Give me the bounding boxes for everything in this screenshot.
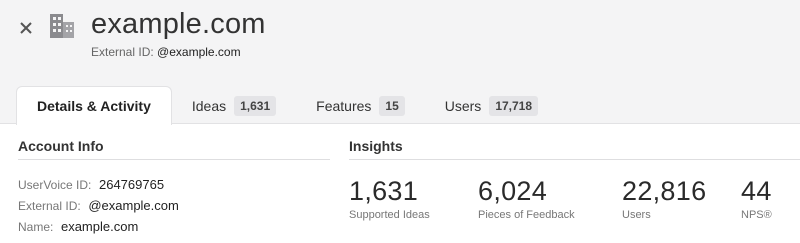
info-row-name: Name: example.com: [18, 219, 138, 234]
stat-pieces-of-feedback: 6,024 Pieces of Feedback: [478, 176, 575, 221]
info-value: example.com: [60, 219, 139, 234]
stat-value: 6,024: [478, 176, 548, 206]
stat-label: Pieces of Feedback: [478, 209, 575, 221]
tab-ideas[interactable]: Ideas 1,631: [172, 87, 296, 125]
info-value: 264769765: [98, 177, 165, 192]
tab-count-badge: 15: [379, 96, 405, 116]
info-value: @example.com: [88, 198, 179, 213]
stat-label: NPS®: [741, 209, 772, 221]
stat-value: 1,631: [349, 176, 419, 206]
account-info-title: Account Info: [18, 138, 104, 154]
insights-title: Insights: [349, 138, 403, 154]
page-title: example.com: [91, 8, 266, 40]
tab-label: Ideas: [191, 98, 227, 114]
info-key: Name:: [18, 220, 54, 234]
tab-bar: Details & Activity Ideas 1,631 Features …: [16, 86, 558, 125]
tab-count-badge: 1,631: [234, 96, 277, 116]
info-key: UserVoice ID:: [18, 178, 92, 192]
info-key: External ID:: [18, 199, 81, 213]
account-info-divider: [18, 159, 330, 160]
tab-label: Users: [444, 98, 482, 114]
tab-count-badge: 17,718: [489, 96, 539, 116]
stat-supported-ideas: 1,631 Supported Ideas: [349, 176, 430, 221]
stat-value: 44: [741, 176, 772, 206]
tab-details-activity[interactable]: Details & Activity: [16, 86, 172, 125]
insights-divider: [349, 159, 800, 160]
stat-nps: 44 NPS®: [741, 176, 772, 221]
stat-label: Users: [622, 209, 651, 221]
stat-users: 22,816 Users: [622, 176, 706, 221]
external-id-label: External ID:: [91, 45, 154, 59]
account-header: example.com External ID: @example.com De…: [0, 0, 800, 125]
external-id-value: @example.com: [157, 45, 241, 59]
stat-label: Supported Ideas: [349, 209, 430, 221]
info-row-external-id: External ID: @example.com: [18, 198, 179, 213]
external-id: External ID: @example.com: [91, 45, 241, 59]
close-icon[interactable]: [16, 17, 36, 37]
tab-users[interactable]: Users 17,718: [425, 87, 558, 125]
tab-label: Details & Activity: [37, 98, 151, 114]
tab-label: Features: [316, 98, 372, 114]
tab-features[interactable]: Features 15: [296, 87, 425, 125]
stat-value: 22,816: [622, 176, 707, 206]
info-row-uservoice-id: UserVoice ID: 264769765: [18, 177, 164, 192]
building-icon: [49, 13, 75, 39]
